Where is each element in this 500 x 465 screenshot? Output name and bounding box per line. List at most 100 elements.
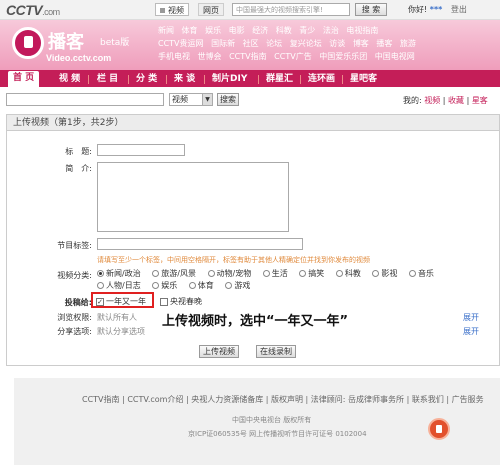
cctv-logo[interactable]: CCTV.com: [6, 2, 60, 18]
search-type-value: 视频: [172, 95, 188, 104]
channel-link[interactable]: 娱乐: [205, 26, 221, 35]
channel-link[interactable]: CCTV指南: [229, 52, 267, 61]
tags-input[interactable]: [97, 238, 303, 250]
category-label: 视频分类:: [57, 271, 92, 280]
category-option[interactable]: 动物/宠物: [207, 268, 252, 279]
chevron-down-icon[interactable]: ▼: [202, 94, 212, 105]
channel-link[interactable]: 中国爱乐乐团: [319, 52, 367, 61]
category-option[interactable]: 影视: [372, 268, 397, 279]
nav-diy[interactable]: 制片DIY: [207, 72, 252, 87]
channel-link[interactable]: 电影: [229, 26, 245, 35]
nav-comics[interactable]: 连环画: [303, 72, 340, 87]
boke-logo-icon: [12, 27, 44, 59]
channel-link[interactable]: 法治: [323, 26, 339, 35]
nav-divider: [128, 75, 129, 84]
channel-link[interactable]: 旅游: [400, 39, 416, 48]
top-search-input[interactable]: 中国最强大的视频搜索引擎!: [232, 3, 350, 16]
submit-to-label: 投稿给:: [64, 298, 92, 307]
radio-icon: [372, 270, 380, 277]
category-option[interactable]: 体育: [188, 280, 214, 291]
channel-link[interactable]: CCTV贵运网: [158, 39, 204, 48]
channel-link[interactable]: 电视指南: [346, 26, 378, 35]
secondary-search-button[interactable]: 搜索: [217, 93, 239, 106]
footer-link[interactable]: 广告服务: [452, 395, 484, 404]
channel-link[interactable]: 青少: [299, 26, 315, 35]
category-option[interactable]: 娱乐: [152, 280, 177, 291]
channel-link[interactable]: 世博会: [198, 52, 222, 61]
boke-logo[interactable]: 播客 beta版 Video.cctv.com: [8, 25, 148, 65]
channel-link[interactable]: 国际新: [211, 39, 235, 48]
category-option-label: 音乐: [417, 269, 434, 278]
upload-video-button[interactable]: 上传视频: [199, 345, 239, 358]
category-option-label: 新闻/政治: [106, 269, 141, 278]
share-expand-link[interactable]: 展开: [463, 326, 479, 337]
top-bar: CCTV.com 视频 网页 中国最强大的视频搜索引擎! 搜 索 你好! ***…: [0, 0, 500, 20]
category-option[interactable]: 生活: [262, 268, 288, 279]
nav-home[interactable]: 首 页: [8, 71, 40, 87]
footer-link[interactable]: 版权声明: [271, 395, 303, 404]
channel-link[interactable]: 体育: [182, 26, 198, 35]
main-nav: 首 页 视 频 栏 目 分 类 来 谈 制片DIY 群星汇 连环画 星吧客: [0, 70, 500, 87]
top-search-button[interactable]: 搜 索: [355, 3, 387, 16]
channel-link[interactable]: 博客: [353, 39, 369, 48]
my-star-link[interactable]: 星客: [472, 96, 488, 105]
radio-icon: [152, 270, 160, 277]
channel-link[interactable]: 复兴论坛: [290, 39, 322, 48]
category-option[interactable]: 新闻/政治: [97, 268, 141, 279]
category-option[interactable]: 科教: [335, 268, 361, 279]
my-label: 我的:: [403, 96, 422, 105]
submit-option[interactable]: 央视春晚: [160, 296, 202, 307]
secondary-search-input[interactable]: [6, 93, 164, 106]
nav-divider: [88, 75, 89, 84]
channel-link[interactable]: 社区: [243, 39, 259, 48]
site-header: 播客 beta版 Video.cctv.com 新闻 体育 娱乐 电影 经济 科…: [0, 20, 500, 70]
channel-link[interactable]: 新闻: [158, 26, 174, 35]
search-tab-video[interactable]: 视频: [155, 3, 189, 16]
category-option[interactable]: 游戏: [225, 280, 250, 291]
channel-link[interactable]: 播客: [376, 39, 392, 48]
nav-category[interactable]: 分 类: [131, 72, 162, 87]
intro-textarea[interactable]: [97, 162, 289, 232]
nav-starbar[interactable]: 星吧客: [345, 72, 382, 87]
browse-expand-link[interactable]: 展开: [463, 312, 479, 323]
category-option[interactable]: 人物/日志: [97, 280, 141, 291]
category-option-label: 动物/宠物: [216, 269, 252, 278]
channel-link[interactable]: 科教: [276, 26, 292, 35]
category-option[interactable]: 音乐: [408, 268, 434, 279]
channel-link[interactable]: 访谈: [329, 39, 345, 48]
radio-icon: [262, 270, 270, 277]
logout-link[interactable]: 登出: [451, 5, 467, 14]
footer-link[interactable]: 联系我们: [412, 395, 444, 404]
channel-link[interactable]: 论坛: [266, 39, 282, 48]
category-option-label: 科教: [344, 269, 361, 278]
category-option-label: 娱乐: [161, 281, 178, 290]
category-option[interactable]: 搞笑: [299, 268, 324, 279]
upload-heading: 上传视频（第1步，共2步）: [7, 115, 499, 131]
title-input[interactable]: [97, 144, 185, 156]
browse-permission-value: 默认所有人: [97, 313, 137, 322]
share-options-label: 分享选项:: [57, 327, 92, 336]
channel-link[interactable]: 经济: [252, 26, 268, 35]
police-badge-icon[interactable]: [428, 418, 450, 440]
footer-link[interactable]: CCTV.com介绍: [127, 395, 183, 404]
nav-talk[interactable]: 来 谈: [169, 72, 200, 87]
online-record-button[interactable]: 在线录制: [256, 345, 296, 358]
my-videos-link[interactable]: 视频: [424, 96, 440, 105]
channel-link[interactable]: 中国电视网: [375, 52, 415, 61]
footer-link[interactable]: 央视人力资源储备库: [191, 395, 263, 404]
nav-stars[interactable]: 群星汇: [261, 72, 298, 87]
radio-selected-icon: [97, 270, 104, 277]
channel-row: 手机电视 世博会 CCTV指南 CCTV广告 中国爱乐乐团 中国电视网: [158, 50, 500, 63]
category-option[interactable]: 旅游/风景: [152, 268, 196, 279]
nav-video[interactable]: 视 频: [54, 72, 85, 87]
nav-column[interactable]: 栏 目: [92, 72, 123, 87]
search-tab-web[interactable]: 网页: [198, 3, 224, 16]
search-type-select[interactable]: 视频 ▼: [169, 93, 213, 106]
secondary-search-row: 视频 ▼ 搜索 我的: 视频 | 收藏 | 星客: [0, 90, 500, 108]
footer-link[interactable]: CCTV指南: [82, 395, 120, 404]
channel-link[interactable]: 手机电视: [158, 52, 190, 61]
footer-link[interactable]: 法律顾问: 岳成律师事务所: [311, 395, 404, 404]
radio-icon: [408, 270, 416, 277]
my-favorites-link[interactable]: 收藏: [448, 96, 464, 105]
channel-link[interactable]: CCTV广告: [274, 52, 312, 61]
